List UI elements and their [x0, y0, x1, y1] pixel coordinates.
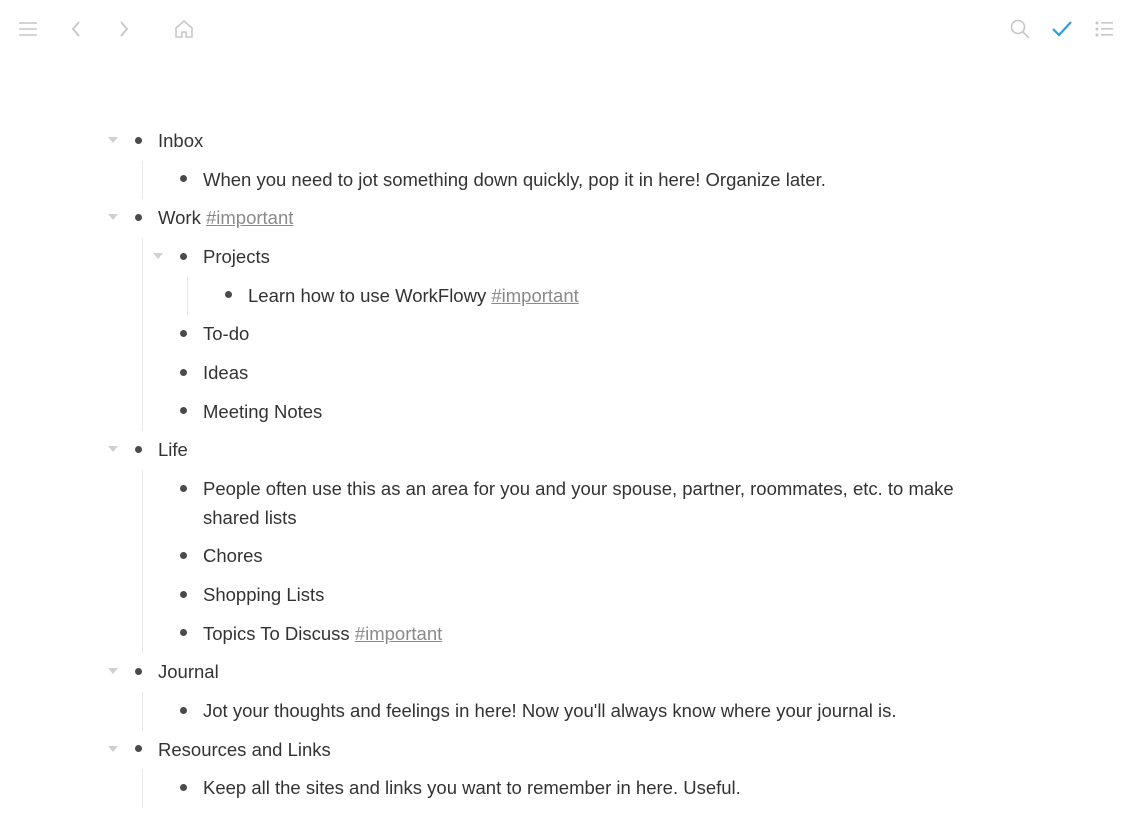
- node-life-people: People often use this as an area for you…: [149, 470, 1012, 537]
- node-text[interactable]: Jot your thoughts and feelings in here! …: [203, 695, 1012, 728]
- node-text-content: Topics To Discuss: [203, 623, 355, 644]
- home-icon[interactable]: [172, 17, 196, 41]
- bullet-icon[interactable]: [128, 661, 148, 681]
- node-text[interactable]: To-do: [203, 318, 1012, 351]
- node-text[interactable]: When you need to jot something down quic…: [203, 164, 1012, 197]
- node-inbox-tip: When you need to jot something down quic…: [149, 161, 1012, 200]
- back-icon[interactable]: [64, 17, 88, 41]
- node-learn-workflowy: Learn how to use WorkFlowy #important: [194, 277, 1012, 316]
- bullet-icon[interactable]: [173, 478, 193, 498]
- node-journal-tip: Jot your thoughts and feelings in here! …: [149, 692, 1012, 731]
- list-settings-icon[interactable]: [1092, 17, 1116, 41]
- bullet-icon[interactable]: [173, 362, 193, 382]
- toggle-icon[interactable]: [149, 247, 167, 265]
- toggle-icon[interactable]: [104, 662, 122, 680]
- node-title[interactable]: Projects: [203, 241, 1012, 274]
- bullet-icon[interactable]: [173, 246, 193, 266]
- check-icon[interactable]: [1050, 17, 1074, 41]
- search-icon[interactable]: [1008, 17, 1032, 41]
- forward-icon[interactable]: [112, 17, 136, 41]
- bullet-icon[interactable]: [173, 623, 193, 643]
- node-text[interactable]: Learn how to use WorkFlowy #important: [248, 280, 1012, 313]
- node-text[interactable]: Ideas: [203, 357, 1012, 390]
- menu-icon[interactable]: [16, 17, 40, 41]
- node-title[interactable]: Resources and Links: [158, 734, 1012, 767]
- node-title[interactable]: Work #important: [158, 202, 1012, 235]
- bullet-icon[interactable]: [128, 207, 148, 227]
- bullet-icon[interactable]: [173, 700, 193, 720]
- toggle-icon[interactable]: [104, 208, 122, 226]
- node-topics: Topics To Discuss #important: [149, 615, 1012, 654]
- toggle-icon[interactable]: [104, 740, 122, 758]
- node-chores: Chores: [149, 537, 1012, 576]
- bullet-icon[interactable]: [173, 169, 193, 189]
- node-projects: Projects Learn how to use WorkFlowy #imp…: [149, 238, 1012, 315]
- tag-important[interactable]: #important: [491, 285, 578, 306]
- node-meeting-notes: Meeting Notes: [149, 393, 1012, 432]
- node-resources: Resources and Links Keep all the sites a…: [104, 731, 1012, 808]
- outline-root: Inbox When you need to jot something dow…: [0, 58, 1132, 817]
- node-shopping: Shopping Lists: [149, 576, 1012, 615]
- node-text[interactable]: People often use this as an area for you…: [203, 473, 1012, 534]
- bullet-icon[interactable]: [173, 584, 193, 604]
- node-text[interactable]: Keep all the sites and links you want to…: [203, 772, 1012, 805]
- bullet-icon[interactable]: [128, 130, 148, 150]
- bullet-icon[interactable]: [173, 323, 193, 343]
- toggle-icon[interactable]: [104, 440, 122, 458]
- node-todo: To-do: [149, 315, 1012, 354]
- node-text[interactable]: Shopping Lists: [203, 579, 1012, 612]
- node-text-content: Learn how to use WorkFlowy: [248, 285, 491, 306]
- node-resources-tip: Keep all the sites and links you want to…: [149, 769, 1012, 808]
- node-title[interactable]: Inbox: [158, 125, 1012, 158]
- node-title[interactable]: Life: [158, 434, 1012, 467]
- node-text[interactable]: Topics To Discuss #important: [203, 618, 1012, 651]
- bullet-icon[interactable]: [173, 545, 193, 565]
- bullet-icon[interactable]: [173, 401, 193, 421]
- node-ideas: Ideas: [149, 354, 1012, 393]
- toggle-icon[interactable]: [104, 131, 122, 149]
- node-life: Life People often use this as an area fo…: [104, 431, 1012, 653]
- node-inbox: Inbox When you need to jot something dow…: [104, 122, 1012, 199]
- toolbar: [0, 0, 1132, 58]
- node-text[interactable]: Meeting Notes: [203, 396, 1012, 429]
- node-journal: Journal Jot your thoughts and feelings i…: [104, 653, 1012, 730]
- node-title-text: Work: [158, 207, 206, 228]
- bullet-icon[interactable]: [128, 739, 148, 759]
- bullet-icon[interactable]: [128, 439, 148, 459]
- node-title[interactable]: Journal: [158, 656, 1012, 689]
- bullet-icon[interactable]: [173, 777, 193, 797]
- node-work: Work #important Projects Learn h: [104, 199, 1012, 431]
- tag-important[interactable]: #important: [355, 623, 442, 644]
- node-text[interactable]: Chores: [203, 540, 1012, 573]
- tag-important[interactable]: #important: [206, 207, 293, 228]
- bullet-icon[interactable]: [218, 285, 238, 305]
